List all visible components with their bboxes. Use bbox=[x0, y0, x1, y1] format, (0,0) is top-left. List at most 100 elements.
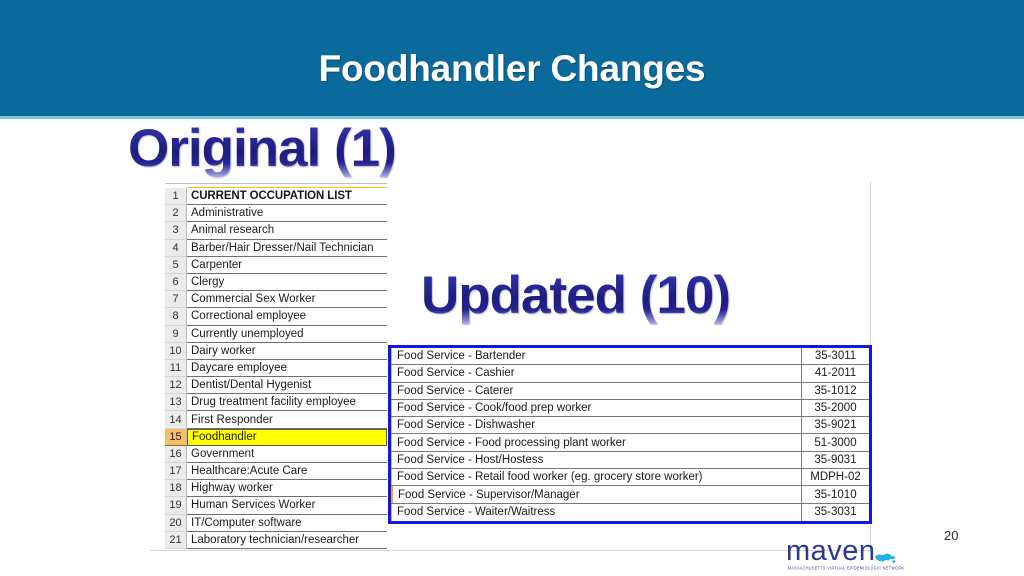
table-row[interactable]: Food Service - Cashier 41-2011 bbox=[391, 365, 869, 383]
row-number[interactable]: 12 bbox=[165, 377, 187, 395]
occupation-label[interactable]: Food Service - Cook/food prep worker bbox=[391, 399, 801, 417]
row-number[interactable]: 11 bbox=[165, 359, 187, 378]
occupation-code[interactable]: 35-9021 bbox=[801, 417, 869, 434]
row-number[interactable]: 2 bbox=[165, 205, 187, 223]
row-number[interactable]: 15 bbox=[165, 428, 187, 446]
table-row[interactable]: 15 Foodhandler bbox=[165, 428, 387, 446]
occupation-code[interactable]: 51-3000 bbox=[801, 434, 869, 451]
slide-canvas: Foodhandler Changes Original (1) Updated… bbox=[0, 0, 1024, 576]
table-row[interactable]: 17 Healthcare:Acute Care bbox=[165, 463, 387, 481]
row-number[interactable]: 6 bbox=[165, 273, 187, 292]
table-row[interactable]: 14 First Responder bbox=[165, 411, 387, 429]
row-number[interactable]: 10 bbox=[165, 342, 187, 360]
table-row[interactable]: 1 CURRENT OCCUPATION LIST bbox=[165, 188, 387, 206]
table-row[interactable]: 19 Human Services Worker bbox=[165, 497, 387, 515]
occupation-label[interactable]: IT/Computer software bbox=[187, 514, 387, 532]
row-number[interactable]: 21 bbox=[165, 531, 187, 549]
occupation-label[interactable]: Highway worker bbox=[187, 480, 387, 498]
occupation-label[interactable]: Human Services Worker bbox=[187, 497, 387, 515]
table-row[interactable]: 20 IT/Computer software bbox=[165, 514, 387, 532]
table-row[interactable]: 9 Currently unemployed bbox=[165, 325, 387, 343]
table-row[interactable]: Food Service - Caterer 35-1012 bbox=[391, 382, 869, 400]
row-number[interactable]: 9 bbox=[165, 325, 187, 343]
occupation-label[interactable]: Food Service - Dishwasher bbox=[391, 417, 801, 434]
table-row[interactable]: 8 Correctional employee bbox=[165, 308, 387, 326]
occupation-label[interactable]: Dairy worker bbox=[187, 342, 387, 360]
row-number[interactable]: 8 bbox=[165, 308, 187, 326]
occupation-label[interactable]: Currently unemployed bbox=[187, 325, 387, 343]
heading-updated: Updated (10) bbox=[421, 266, 731, 325]
occupation-label[interactable]: Food Service - Retail food worker (eg. g… bbox=[391, 469, 801, 486]
table-row[interactable]: 18 Highway worker bbox=[165, 480, 387, 498]
table-row[interactable]: 12 Dentist/Dental Hygenist bbox=[165, 377, 387, 395]
occupation-label[interactable]: Daycare employee bbox=[187, 359, 387, 378]
occupation-label[interactable]: Correctional employee bbox=[187, 308, 387, 326]
maven-logo: maven MASSACHUSETTS VIRTUAL EPIDEMIOLOGI… bbox=[786, 537, 906, 575]
table-row[interactable]: 6 Clergy bbox=[165, 273, 387, 292]
occupation-label[interactable]: Government bbox=[187, 445, 387, 463]
table-row[interactable]: Food Service - Waiter/Waitress 35-3031 bbox=[391, 503, 869, 521]
occupation-label[interactable]: Food Service - Waiter/Waitress bbox=[391, 503, 801, 521]
row-number[interactable]: 19 bbox=[165, 497, 187, 515]
occupation-label[interactable]: Food Service - Supervisor/Manager bbox=[391, 486, 801, 503]
occupation-label[interactable]: Healthcare:Acute Care bbox=[187, 463, 387, 481]
occupation-code[interactable]: 35-2000 bbox=[801, 399, 869, 417]
occupation-label[interactable]: Drug treatment facility employee bbox=[187, 394, 387, 412]
table-row[interactable]: Food Service - Supervisor/Manager 35-1010 bbox=[391, 486, 869, 504]
occupation-label[interactable]: Barber/Hair Dresser/Nail Technician bbox=[187, 239, 387, 257]
occupation-label[interactable]: Foodhandler bbox=[187, 428, 387, 446]
occupation-label[interactable]: Food Service - Host/Hostess bbox=[391, 451, 801, 469]
row-number[interactable]: 5 bbox=[165, 256, 187, 274]
row-number[interactable]: 3 bbox=[165, 222, 187, 240]
table-row[interactable]: Food Service - Dishwasher 35-9021 bbox=[391, 417, 869, 435]
table-row[interactable]: Food Service - Retail food worker (eg. g… bbox=[391, 469, 869, 487]
row-number[interactable]: 20 bbox=[165, 514, 187, 532]
row-number[interactable]: 17 bbox=[165, 463, 187, 481]
table-row[interactable]: 11 Daycare employee bbox=[165, 359, 387, 378]
table-row[interactable]: Food Service - Host/Hostess 35-9031 bbox=[391, 451, 869, 470]
occupation-label[interactable]: Clergy bbox=[187, 273, 387, 292]
page-number: 20 bbox=[944, 528, 959, 543]
heading-original: Original (1) bbox=[128, 119, 397, 178]
table-row[interactable]: 2 Administrative bbox=[165, 205, 387, 223]
table-row[interactable]: Food Service - Bartender 35-3011 bbox=[391, 348, 869, 366]
occupation-label[interactable]: Food Service - Caterer bbox=[391, 382, 801, 399]
row-number[interactable]: 4 bbox=[165, 239, 187, 257]
row-number[interactable]: 7 bbox=[165, 291, 187, 309]
occupation-label[interactable]: Food Service - Food processing plant wor… bbox=[391, 434, 801, 451]
row-number[interactable]: 13 bbox=[165, 394, 187, 412]
occupation-code[interactable]: 35-3031 bbox=[801, 503, 869, 521]
occupation-code[interactable]: 35-9031 bbox=[801, 451, 869, 469]
table-row[interactable]: 4 Barber/Hair Dresser/Nail Technician bbox=[165, 239, 387, 257]
table-row[interactable]: 7 Commercial Sex Worker bbox=[165, 291, 387, 309]
occupation-code[interactable]: MDPH-02 bbox=[801, 469, 869, 486]
table-row[interactable]: 21 Laboratory technician/researcher bbox=[165, 531, 387, 549]
row-number[interactable]: 14 bbox=[165, 411, 187, 429]
occupation-label[interactable]: Commercial Sex Worker bbox=[187, 291, 387, 309]
row-number[interactable]: 16 bbox=[165, 445, 187, 463]
table-row[interactable]: Food Service - Food processing plant wor… bbox=[391, 434, 869, 452]
occupation-code[interactable]: 35-1010 bbox=[801, 486, 869, 503]
occupation-label[interactable]: Dentist/Dental Hygenist bbox=[187, 377, 387, 395]
maven-wordmark: maven bbox=[786, 535, 876, 567]
table-row[interactable]: 3 Animal research bbox=[165, 222, 387, 240]
table-row[interactable]: 10 Dairy worker bbox=[165, 342, 387, 360]
row-number[interactable]: 18 bbox=[165, 480, 187, 498]
table-row[interactable]: Food Service - Cook/food prep worker 35-2… bbox=[391, 399, 869, 418]
occupation-label[interactable]: Animal research bbox=[187, 222, 387, 240]
row-number[interactable]: 1 bbox=[165, 188, 187, 206]
occupation-label[interactable]: First Responder bbox=[187, 411, 387, 429]
occupation-label[interactable]: Laboratory technician/researcher bbox=[187, 531, 387, 549]
occupation-code[interactable]: 41-2011 bbox=[801, 365, 869, 382]
table-row[interactable]: 5 Carpenter bbox=[165, 256, 387, 274]
original-occupation-table: 1 CURRENT OCCUPATION LIST 2 Administrative 3… bbox=[165, 188, 387, 549]
table-row[interactable]: 16 Government bbox=[165, 445, 387, 463]
occupation-label[interactable]: Food Service - Cashier bbox=[391, 365, 801, 382]
occupation-label[interactable]: CURRENT OCCUPATION LIST bbox=[187, 188, 387, 206]
occupation-label[interactable]: Food Service - Bartender bbox=[391, 348, 801, 365]
occupation-label[interactable]: Carpenter bbox=[187, 256, 387, 274]
occupation-label[interactable]: Administrative bbox=[187, 205, 387, 223]
occupation-code[interactable]: 35-3011 bbox=[801, 348, 869, 365]
table-row[interactable]: 13 Drug treatment facility employee bbox=[165, 394, 387, 412]
occupation-code[interactable]: 35-1012 bbox=[801, 382, 869, 399]
